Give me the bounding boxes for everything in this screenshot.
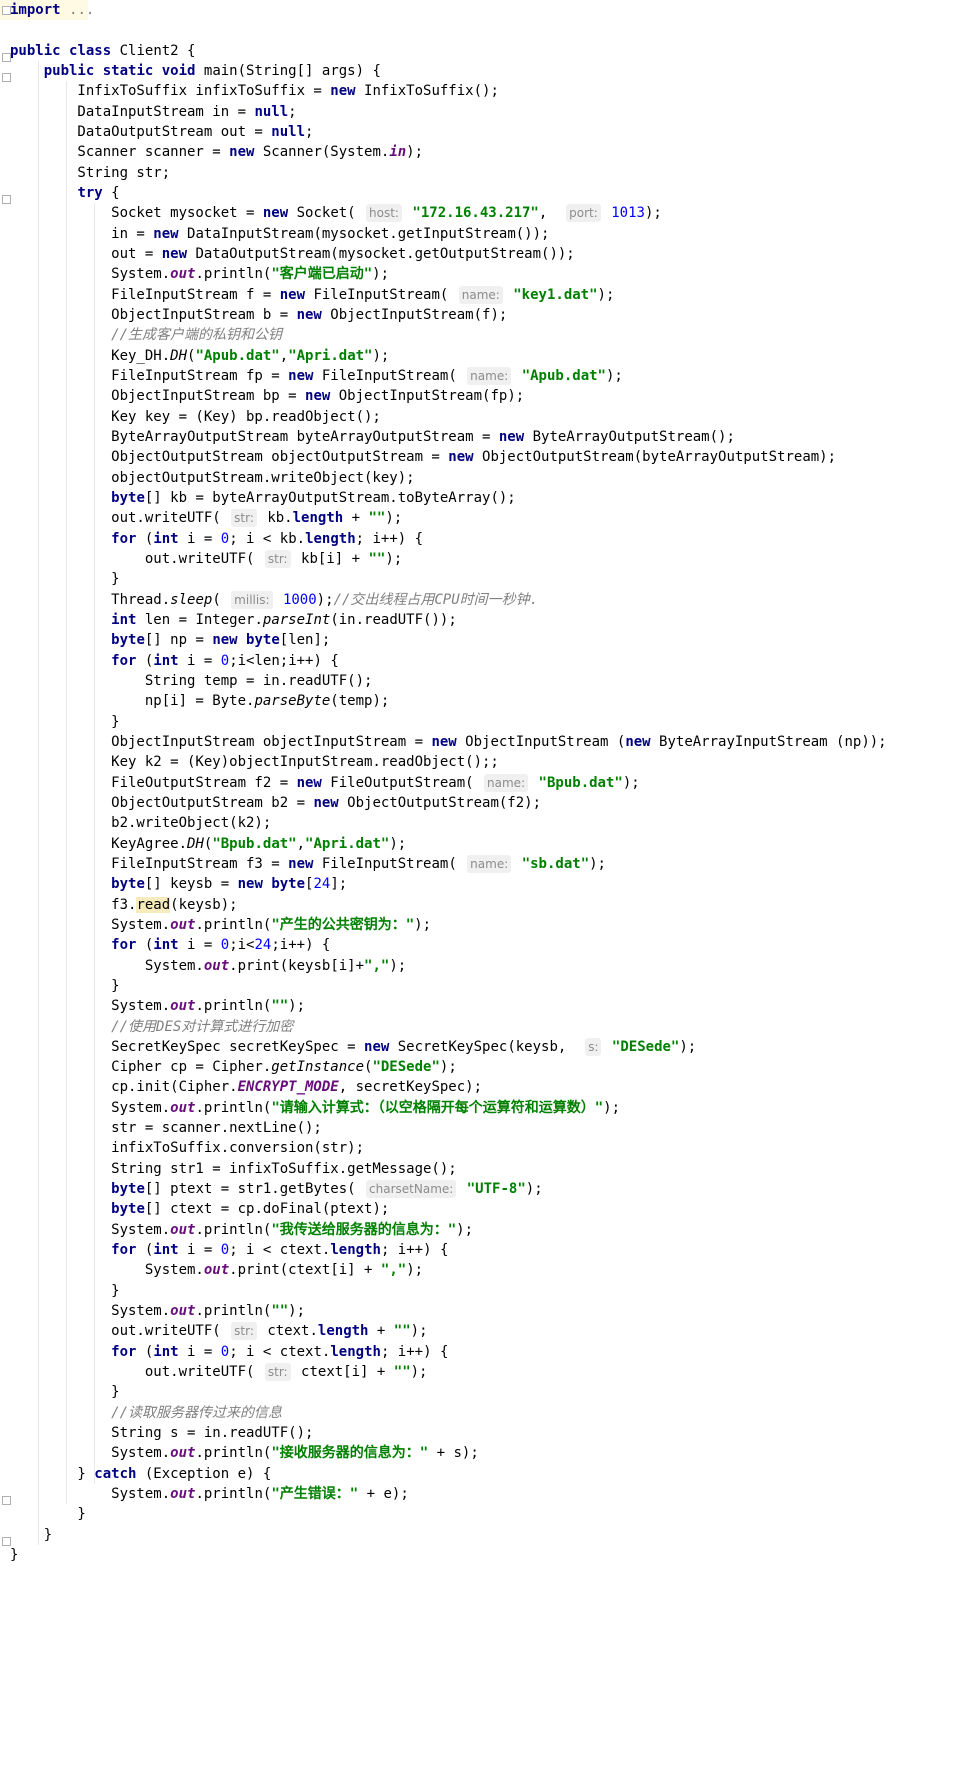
code-line[interactable]: String s = in.readUTF(); xyxy=(0,1423,313,1443)
code-line[interactable]: infixToSuffix.conversion(str); xyxy=(0,1138,364,1158)
code-line[interactable]: for (int i = 0;i<len;i++) { xyxy=(0,651,339,671)
fold-toggle-icon[interactable] xyxy=(2,194,11,204)
code-line[interactable]: System.out.println("产生的公共密钥为："); xyxy=(0,915,431,935)
code-line[interactable]: ObjectOutputStream b2 = new ObjectOutput… xyxy=(0,793,541,813)
code-line[interactable]: System.out.println(""); xyxy=(0,996,305,1016)
code-line[interactable]: } xyxy=(0,1504,85,1524)
code-line[interactable]: for (int i = 0; i < kb.length; i++) { xyxy=(0,529,423,549)
code-line[interactable]: } xyxy=(0,569,119,589)
code-line[interactable]: out = new DataOutputStream(mysocket.getO… xyxy=(0,244,575,264)
fold-toggle-icon[interactable] xyxy=(2,52,11,62)
code-line[interactable]: byte[] np = new byte[len]; xyxy=(0,630,330,650)
fold-toggle-icon[interactable] xyxy=(2,1496,11,1506)
code-line[interactable]: for (int i = 0;i<24;i++) { xyxy=(0,935,330,955)
code-line[interactable]: out.writeUTF( str: ctext.length + ""); xyxy=(0,1321,428,1341)
code-line[interactable]: ObjectInputStream b = new ObjectInputStr… xyxy=(0,305,507,325)
code-editor[interactable]: import ... public class Client2 { public … xyxy=(0,0,970,1767)
code-line[interactable]: out.writeUTF( str: ctext[i] + ""); xyxy=(0,1362,427,1382)
code-line[interactable]: System.out.println("客户端已启动"); xyxy=(0,264,389,284)
code-line[interactable]: str = scanner.nextLine(); xyxy=(0,1118,322,1138)
code-line[interactable]: Thread.sleep( millis: 1000);//交出线程占用CPU时… xyxy=(0,590,538,610)
code-line[interactable]: out.writeUTF( str: kb[i] + ""); xyxy=(0,549,402,569)
code-line[interactable]: byte[] ptext = str1.getBytes( charsetNam… xyxy=(0,1179,543,1199)
indent-guide xyxy=(66,81,67,1505)
code-line[interactable]: Scanner scanner = new Scanner(System.in)… xyxy=(0,142,423,162)
code-line[interactable]: in = new DataInputStream(mysocket.getInp… xyxy=(0,224,549,244)
code-line[interactable]: System.out.println("接收服务器的信息为：" + s); xyxy=(0,1443,479,1463)
code-line[interactable]: ByteArrayOutputStream byteArrayOutputStr… xyxy=(0,427,735,447)
code-line[interactable]: System.out.println("产生错误：" + e); xyxy=(0,1484,409,1504)
code-line[interactable]: public static void main(String[] args) { xyxy=(0,61,381,81)
code-line[interactable]: //读取服务器传过来的信息 xyxy=(0,1403,282,1423)
code-line[interactable]: FileInputStream f = new FileInputStream(… xyxy=(0,285,614,305)
code-line[interactable]: byte[] keysb = new byte[24]; xyxy=(0,874,347,894)
code-line[interactable]: FileOutputStream f2 = new FileOutputStre… xyxy=(0,773,640,793)
code-line[interactable]: ObjectInputStream objectInputStream = ne… xyxy=(0,732,886,752)
indent-guide xyxy=(38,60,39,1546)
code-line[interactable]: String str1 = infixToSuffix.getMessage()… xyxy=(0,1159,457,1179)
code-line[interactable]: DataOutputStream out = null; xyxy=(0,122,313,142)
code-line[interactable]: Key_DH.DH("Apub.dat","Apri.dat"); xyxy=(0,346,389,366)
code-line[interactable]: } xyxy=(0,976,119,996)
code-line[interactable]: SecretKeySpec secretKeySpec = new Secret… xyxy=(0,1037,696,1057)
code-line[interactable]: cp.init(Cipher.ENCRYPT_MODE, secretKeySp… xyxy=(0,1077,482,1097)
code-line[interactable]: try { xyxy=(0,183,119,203)
code-line[interactable]: //使用DES对计算式进行加密 xyxy=(0,1017,293,1037)
code-line[interactable]: System.out.print(keysb[i]+","); xyxy=(0,956,406,976)
code-line[interactable]: Key key = (Key) bp.readObject(); xyxy=(0,407,381,427)
code-line[interactable]: System.out.println("请输入计算式：（以空格隔开每个运算符和运… xyxy=(0,1098,620,1118)
code-line[interactable]: ObjectInputStream bp = new ObjectInputSt… xyxy=(0,386,524,406)
code-line[interactable]: FileInputStream f3 = new FileInputStream… xyxy=(0,854,606,874)
code-line[interactable]: f3.read(keysb); xyxy=(0,895,238,915)
code-line[interactable]: int len = Integer.parseInt(in.readUTF())… xyxy=(0,610,457,630)
code-line[interactable]: } xyxy=(0,1545,18,1565)
code-line[interactable]: for (int i = 0; i < ctext.length; i++) { xyxy=(0,1240,448,1260)
code-line[interactable]: objectOutputStream.writeObject(key); xyxy=(0,468,414,488)
code-line[interactable]: InfixToSuffix infixToSuffix = new InfixT… xyxy=(0,81,498,101)
code-line[interactable]: String str; xyxy=(0,163,170,183)
fold-toggle-icon[interactable] xyxy=(2,72,11,82)
code-line[interactable]: DataInputStream in = null; xyxy=(0,102,296,122)
code-line[interactable]: b2.writeObject(k2); xyxy=(0,813,271,833)
code-line[interactable]: Cipher cp = Cipher.getInstance("DESede")… xyxy=(0,1057,457,1077)
code-line[interactable]: byte[] kb = byteArrayOutputStream.toByte… xyxy=(0,488,516,508)
fold-toggle-icon[interactable] xyxy=(2,6,11,15)
code-line[interactable]: ObjectOutputStream objectOutputStream = … xyxy=(0,447,836,467)
code-line[interactable]: Socket mysocket = new Socket( host: "172… xyxy=(0,203,662,223)
fold-toggle-icon[interactable] xyxy=(2,1536,11,1546)
code-line[interactable]: } catch (Exception e) { xyxy=(0,1464,271,1484)
code-line[interactable]: public class Client2 { xyxy=(0,41,195,61)
code-line[interactable]: Key k2 = (Key)objectInputStream.readObje… xyxy=(0,752,499,772)
code-line[interactable]: String temp = in.readUTF(); xyxy=(0,671,373,691)
code-line[interactable]: //生成客户端的私钥和公钥 xyxy=(0,325,282,345)
code-line[interactable]: } xyxy=(0,1281,119,1301)
import-folded-line[interactable]: import ... xyxy=(0,0,94,21)
code-line[interactable]: System.out.println(""); xyxy=(0,1301,305,1321)
indent-guide xyxy=(94,203,95,1485)
code-line[interactable] xyxy=(0,20,10,40)
code-line[interactable]: np[i] = Byte.parseByte(temp); xyxy=(0,691,389,711)
code-line[interactable]: System.out.print(ctext[i] + ","); xyxy=(0,1260,423,1280)
code-line[interactable]: for (int i = 0; i < ctext.length; i++) { xyxy=(0,1342,448,1362)
code-line[interactable]: } xyxy=(0,712,119,732)
code-line[interactable]: out.writeUTF( str: kb.length + ""); xyxy=(0,508,402,528)
code-line[interactable]: KeyAgree.DH("Bpub.dat","Apri.dat"); xyxy=(0,834,406,854)
code-line[interactable]: System.out.println("我传送给服务器的信息为："); xyxy=(0,1220,473,1240)
code-line[interactable]: } xyxy=(0,1382,119,1402)
code-line[interactable]: byte[] ctext = cp.doFinal(ptext); xyxy=(0,1199,389,1219)
